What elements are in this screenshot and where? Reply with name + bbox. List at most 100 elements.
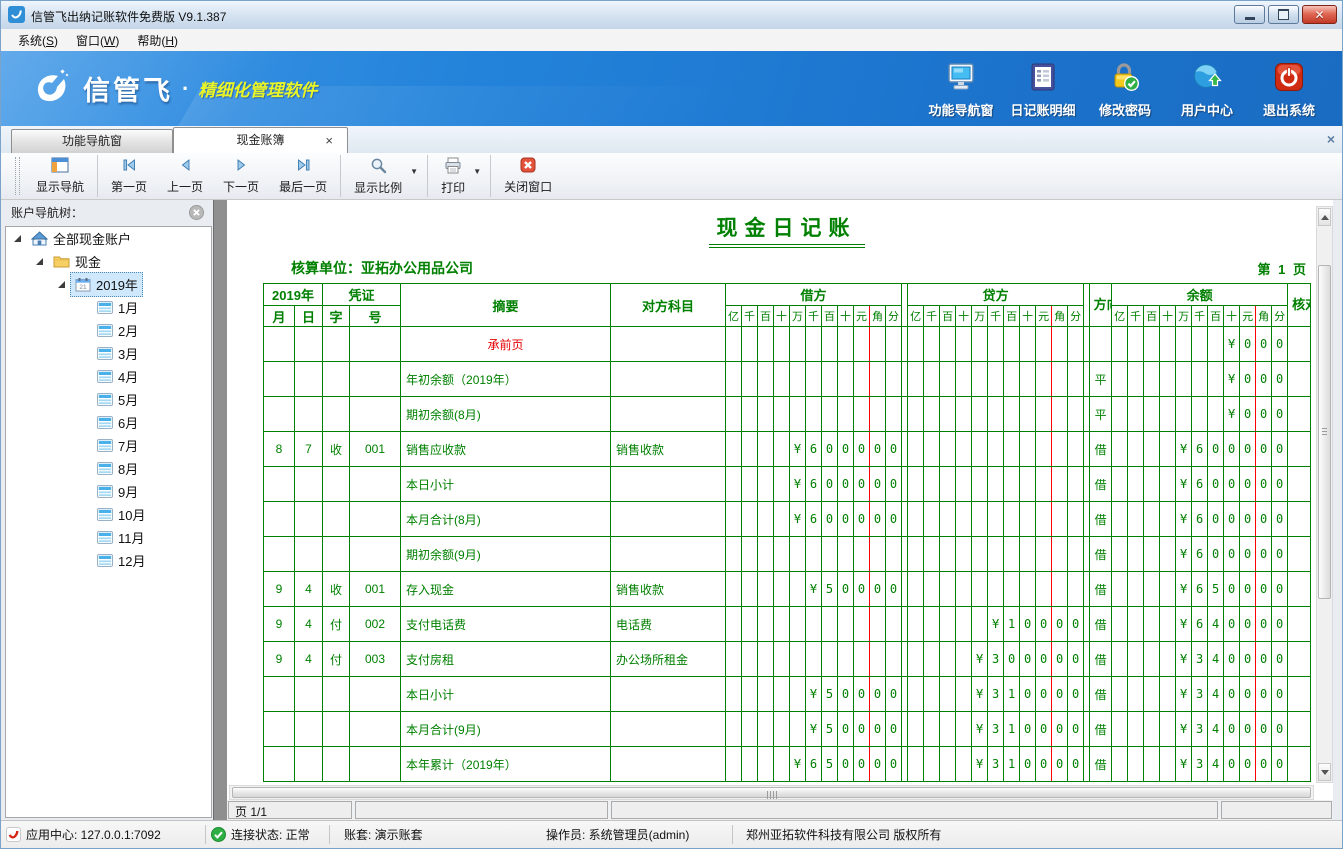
digit-cell: 0 — [1272, 432, 1288, 467]
tab-cash-book[interactable]: 现金账簿× — [173, 127, 348, 153]
digit-cell: 0 — [870, 432, 886, 467]
digit-cell: 1 — [1004, 677, 1020, 712]
month-icon — [97, 324, 113, 337]
scroll-up-icon[interactable] — [1318, 208, 1331, 226]
digit-cell: 0 — [1208, 467, 1224, 502]
sidebar-close-icon[interactable] — [189, 205, 204, 220]
digit-header: 千 — [988, 306, 1004, 327]
digit-cell — [940, 362, 956, 397]
status-item-app-center: 应用中心: 127.0.0.1:7092 — [6, 821, 161, 848]
menu-item-help[interactable]: 帮助(H) — [128, 29, 187, 52]
tree-item-month-7[interactable]: 7月 — [6, 434, 211, 457]
vertical-scroll-thumb[interactable] — [1318, 265, 1331, 599]
digit-cell — [886, 397, 902, 432]
digit-header: 分 — [886, 306, 902, 327]
digit-cell: 4 — [1208, 677, 1224, 712]
digit-cell — [924, 467, 940, 502]
restore-button[interactable] — [1268, 5, 1299, 24]
toolbar-button-print[interactable]: 打印 ▼ — [431, 153, 487, 199]
menu-item-window[interactable]: 窗口(W) — [67, 29, 128, 52]
digit-cell — [1112, 747, 1128, 782]
month-icon — [97, 462, 113, 475]
digit-cell: 5 — [822, 677, 838, 712]
digit-cell — [1112, 432, 1128, 467]
horizontal-scroll-thumb[interactable] — [232, 787, 1311, 798]
digit-cell: 0 — [1272, 747, 1288, 782]
tree-expander-icon[interactable] — [36, 258, 43, 265]
digit-cell — [1208, 327, 1224, 362]
digit-cell — [940, 747, 956, 782]
digit-cell — [1160, 467, 1176, 502]
toolbar-button-show-nav[interactable]: 显示导航 — [26, 153, 94, 199]
digit-cell — [758, 362, 774, 397]
vertical-scrollbar[interactable] — [1316, 206, 1333, 783]
cell-day — [295, 537, 323, 572]
toolbar-button-zoom-scale[interactable]: 显示比例 ▼ — [344, 153, 424, 199]
horizontal-scrollbar[interactable] — [229, 785, 1314, 800]
tree-item-month-2[interactable]: 2月 — [6, 319, 211, 342]
toolbar-button-last-page[interactable]: 最后一页 — [269, 153, 337, 199]
toolbar-button-first-page[interactable]: 第一页 — [101, 153, 157, 199]
table-row: 8 7 收 001 销售应收款 销售收款 ¥600000 借 ¥600000 — [264, 432, 1311, 467]
minimize-button[interactable] — [1234, 5, 1265, 24]
cell-word — [323, 397, 350, 432]
digit-cell — [924, 642, 940, 677]
digit-cell: ¥ — [790, 467, 806, 502]
digit-cell — [790, 537, 806, 572]
digit-cell — [822, 642, 838, 677]
digit-cell: ¥ — [1176, 572, 1192, 607]
toolbar-separator — [340, 155, 341, 197]
digit-cell — [726, 467, 742, 502]
digit-cell — [790, 712, 806, 747]
banner-action-user-center[interactable]: 用户中心 — [1166, 62, 1248, 119]
tree-item-cash[interactable]: 现金 — [6, 250, 211, 273]
digit-cell — [924, 747, 940, 782]
cell-day: 4 — [295, 642, 323, 677]
banner-action-journal-detail[interactable]: 日记账明细 — [1002, 62, 1084, 119]
chevron-down-icon[interactable]: ▼ — [473, 167, 481, 176]
close-button[interactable]: ✕ — [1302, 5, 1337, 24]
tree-item-month-11[interactable]: 11月 — [6, 526, 211, 549]
banner-action-nav-window[interactable]: 功能导航窗 — [920, 62, 1002, 119]
tree-item-month-1[interactable]: 1月 — [6, 296, 211, 319]
tree-item-year-2019[interactable]: 21 2019年 — [6, 273, 211, 296]
tab-close-icon[interactable]: × — [325, 128, 333, 153]
digit-cell: 0 — [1272, 677, 1288, 712]
tree-item-month-3[interactable]: 3月 — [6, 342, 211, 365]
tree-expander-icon[interactable] — [14, 235, 21, 242]
chevron-down-icon[interactable]: ▼ — [410, 167, 418, 176]
tab-nav-window[interactable]: 功能导航窗 — [11, 129, 173, 153]
digit-cell — [924, 537, 940, 572]
digit-cell: 0 — [1256, 537, 1272, 572]
user-center-icon — [1192, 62, 1222, 97]
scroll-down-icon[interactable] — [1318, 763, 1331, 781]
tree-item-month-5[interactable]: 5月 — [6, 388, 211, 411]
pager-panel — [355, 801, 608, 819]
digit-cell — [758, 677, 774, 712]
tabstrip-close-icon[interactable]: × — [1327, 131, 1335, 147]
tree-item-month-9[interactable]: 9月 — [6, 480, 211, 503]
digit-cell — [940, 397, 956, 432]
tree-item-month-4[interactable]: 4月 — [6, 365, 211, 388]
banner-action-exit-system[interactable]: 退出系统 — [1248, 62, 1330, 119]
tree-item-all-cash-accounts[interactable]: 全部现金账户 — [6, 227, 211, 250]
digit-cell — [908, 362, 924, 397]
journal-table: 2019年 凭证 摘要 对方科目 借方 贷方 方向 余额 核对 月 日 字 号 … — [263, 283, 1311, 782]
tree-item-month-6[interactable]: 6月 — [6, 411, 211, 434]
digit-cell — [988, 327, 1004, 362]
toolbar-button-close-window[interactable]: 关闭窗口 — [494, 153, 562, 199]
brand-logo: 信管飞 · 精细化管理软件 — [31, 68, 317, 109]
digit-cell — [1128, 712, 1144, 747]
menu-item-system[interactable]: 系统(S) — [9, 29, 67, 52]
col-summary: 摘要 — [401, 284, 611, 327]
toolbar-button-prev-page[interactable]: 上一页 — [157, 153, 213, 199]
digit-cell — [940, 432, 956, 467]
toolbar-button-next-page[interactable]: 下一页 — [213, 153, 269, 199]
cell-check — [1288, 397, 1311, 432]
tree-item-month-8[interactable]: 8月 — [6, 457, 211, 480]
tree-item-month-10[interactable]: 10月 — [6, 503, 211, 526]
tree-item-month-12[interactable]: 12月 — [6, 549, 211, 572]
digit-cell: 0 — [1068, 712, 1084, 747]
banner-action-change-password[interactable]: 修改密码 — [1084, 62, 1166, 119]
tree-expander-icon[interactable] — [58, 281, 65, 288]
